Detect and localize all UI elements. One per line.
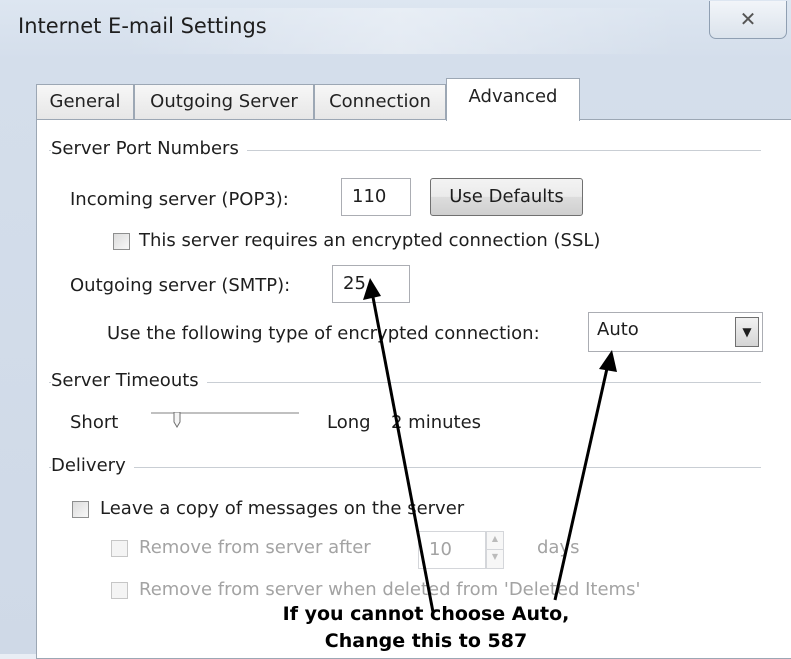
delivery-heading: Delivery [51,455,134,476]
tab-advanced[interactable]: Advanced [446,78,580,121]
timeout-slider-thumb[interactable] [173,412,181,430]
tab-connection[interactable]: Connection [314,84,446,120]
encryption-type-value: Auto [597,319,639,340]
incoming-server-label: Incoming server (POP3): [70,189,289,210]
tab-outgoing-server[interactable]: Outgoing Server [134,84,314,120]
advanced-tab-panel: Server Port Numbers Incoming server (POP… [36,119,791,659]
group-divider [49,467,761,468]
days-label: days [537,537,580,558]
leave-copy-checkbox[interactable] [72,501,89,518]
spin-up-icon[interactable]: ▲ [487,532,503,550]
timeout-long-label: Long [327,412,371,433]
incoming-port-input[interactable]: 110 [341,178,411,216]
remove-deleted-label: Remove from server when deleted from 'De… [139,579,641,600]
remove-after-checkbox[interactable] [111,540,128,557]
server-port-numbers-heading: Server Port Numbers [51,138,247,159]
close-icon: ✕ [739,7,757,31]
remove-deleted-checkbox[interactable] [111,582,128,599]
tab-general[interactable]: General [36,84,134,120]
outgoing-server-label: Outgoing server (SMTP): [70,275,291,296]
close-button[interactable]: ✕ [709,1,787,39]
ssl-checkbox[interactable] [113,233,130,250]
outgoing-port-input[interactable]: 25 [332,265,410,303]
annotation-line-1: If you cannot choose Auto, [261,601,591,627]
days-spinner[interactable]: ▲ ▼ [486,531,504,569]
encryption-type-label: Use the following type of encrypted conn… [107,323,540,344]
remove-after-label: Remove from server after [139,537,371,558]
timeout-short-label: Short [70,412,119,433]
server-timeouts-heading: Server Timeouts [51,370,207,391]
annotation-line-2: Change this to 587 [261,628,591,654]
encryption-type-dropdown[interactable]: Auto ▼ [588,312,763,352]
email-settings-window: Internet E-mail Settings ✕ General Outgo… [0,0,791,659]
use-defaults-button[interactable]: Use Defaults [430,178,583,216]
chevron-down-icon[interactable]: ▼ [735,317,759,347]
timeout-value-label: 2 minutes [391,412,482,433]
ssl-label: This server requires an encrypted connec… [139,230,601,251]
remove-after-days-input[interactable]: 10 [418,531,486,569]
spin-down-icon[interactable]: ▼ [487,550,503,568]
window-title: Internet E-mail Settings [18,14,267,38]
leave-copy-label: Leave a copy of messages on the server [100,498,465,519]
